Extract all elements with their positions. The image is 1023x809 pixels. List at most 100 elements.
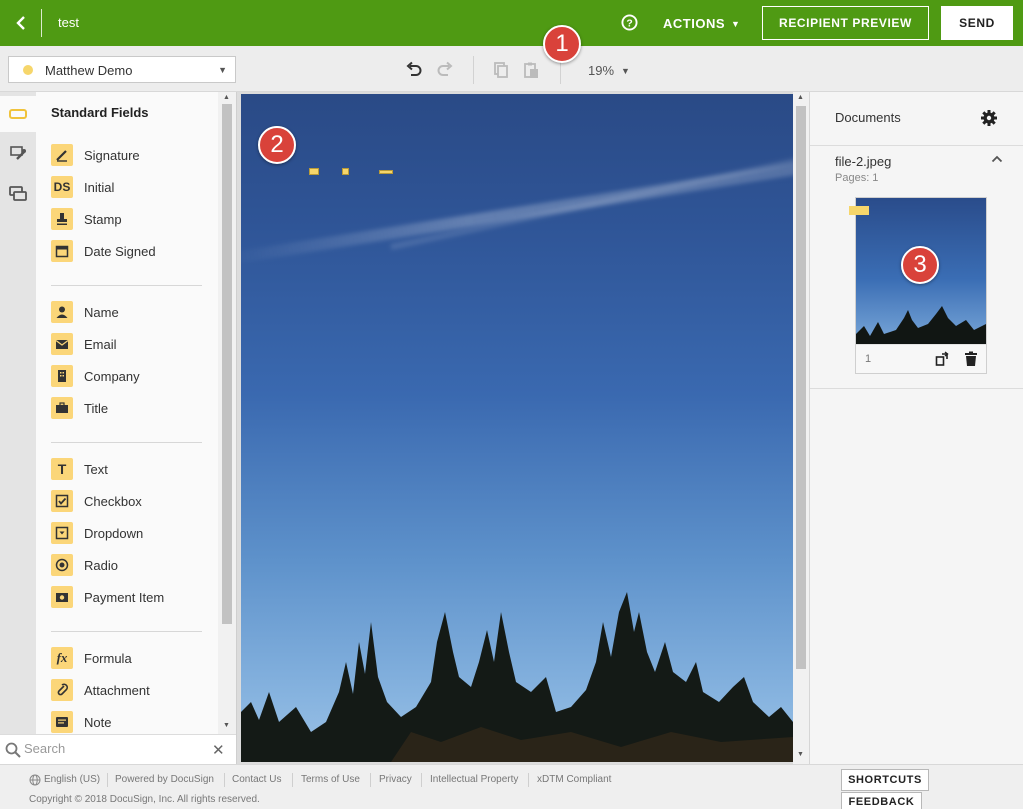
field-title[interactable]: Title bbox=[51, 396, 108, 420]
scrollbar-thumb[interactable] bbox=[222, 104, 232, 624]
footer-link-privacy[interactable]: Privacy bbox=[379, 774, 412, 785]
footer-link-powered-by[interactable]: Powered by DocuSign bbox=[115, 774, 214, 785]
zoom-value: 19% bbox=[588, 63, 615, 78]
field-label: Email bbox=[84, 336, 117, 352]
tree-silhouette bbox=[856, 306, 986, 344]
field-rectangle-icon bbox=[9, 109, 27, 119]
radio-icon bbox=[51, 554, 73, 576]
annotation-marker: 1 bbox=[543, 25, 581, 63]
language-link[interactable]: English (US) bbox=[44, 774, 100, 785]
placed-field-tag[interactable] bbox=[342, 168, 349, 175]
payment-icon bbox=[51, 586, 73, 608]
field-label: Dropdown bbox=[84, 525, 144, 541]
placed-field-tag[interactable] bbox=[309, 168, 319, 175]
annotation-marker: 2 bbox=[258, 126, 296, 164]
signature-icon bbox=[51, 144, 73, 166]
field-email[interactable]: Email bbox=[51, 332, 117, 356]
group-divider bbox=[51, 442, 202, 443]
field-label: Radio bbox=[84, 557, 118, 573]
field-label: Checkbox bbox=[84, 493, 142, 509]
field-label: Company bbox=[84, 368, 140, 384]
redo-icon[interactable] bbox=[436, 61, 454, 79]
building-icon bbox=[51, 365, 73, 387]
trash-icon[interactable] bbox=[963, 351, 979, 367]
placed-field-tag[interactable] bbox=[379, 170, 393, 174]
footer-link-terms[interactable]: Terms of Use bbox=[301, 774, 360, 785]
tree-silhouette bbox=[241, 592, 793, 762]
scroll-down-icon[interactable]: ▼ bbox=[797, 751, 804, 758]
field-flag-icon bbox=[849, 206, 869, 215]
recipient-select[interactable]: Matthew Demo ▼ bbox=[8, 56, 236, 83]
field-text[interactable]: T Text bbox=[51, 457, 108, 481]
fields-scrollbar[interactable]: ▲ ▼ bbox=[218, 92, 236, 734]
caret-down-icon: ▼ bbox=[621, 66, 630, 76]
initial-icon: DS bbox=[51, 176, 73, 198]
document-canvas: ▲ ▼ bbox=[236, 92, 809, 764]
field-initial[interactable]: DS Initial bbox=[51, 175, 114, 199]
canvas-scrollbar[interactable]: ▲ ▼ bbox=[793, 92, 809, 764]
footer-divider bbox=[528, 773, 529, 787]
field-company[interactable]: Company bbox=[51, 364, 140, 388]
field-label: Stamp bbox=[84, 211, 122, 227]
scroll-up-icon[interactable]: ▲ bbox=[797, 94, 804, 101]
field-name[interactable]: Name bbox=[51, 300, 119, 324]
undo-icon[interactable] bbox=[405, 61, 423, 79]
panel-divider bbox=[810, 388, 1023, 389]
field-dropdown[interactable]: Dropdown bbox=[51, 521, 143, 545]
recipient-preview-button[interactable]: RECIPIENT PREVIEW bbox=[762, 6, 929, 40]
paste-icon[interactable] bbox=[522, 61, 540, 79]
footer-link-xdtm[interactable]: xDTM Compliant bbox=[537, 774, 611, 785]
field-date-signed[interactable]: Date Signed bbox=[51, 239, 156, 263]
caret-down-icon: ▼ bbox=[218, 65, 227, 75]
wrench-icon bbox=[10, 146, 26, 160]
footer-divider bbox=[421, 773, 422, 787]
recipient-name: Matthew Demo bbox=[45, 63, 133, 78]
field-radio[interactable]: Radio bbox=[51, 553, 118, 577]
scroll-down-icon[interactable]: ▼ bbox=[223, 722, 230, 729]
back-button[interactable] bbox=[0, 0, 42, 46]
gear-icon[interactable] bbox=[980, 109, 998, 127]
footer-divider bbox=[292, 773, 293, 787]
group-divider bbox=[51, 285, 202, 286]
field-formula[interactable]: fx Formula bbox=[51, 646, 132, 670]
field-signature[interactable]: Signature bbox=[51, 143, 140, 167]
field-label: Name bbox=[84, 304, 119, 320]
help-icon[interactable]: ? bbox=[621, 14, 638, 31]
field-note[interactable]: Note bbox=[51, 710, 111, 734]
chevron-up-icon[interactable] bbox=[991, 154, 1003, 164]
copy-icon[interactable] bbox=[492, 61, 510, 79]
paperclip-icon bbox=[51, 679, 73, 701]
scrollbar-thumb[interactable] bbox=[796, 106, 806, 669]
shortcuts-button[interactable]: SHORTCUTS bbox=[841, 769, 929, 791]
rail-tools[interactable] bbox=[0, 136, 36, 172]
clear-icon[interactable]: ✕ bbox=[212, 741, 225, 759]
send-button[interactable]: SEND bbox=[941, 6, 1013, 40]
chevron-left-icon bbox=[16, 16, 25, 30]
rail-standard-fields[interactable] bbox=[0, 96, 36, 132]
zoom-select[interactable]: 19% ▼ bbox=[588, 63, 630, 78]
rail-custom-fields[interactable] bbox=[0, 176, 36, 212]
panel-title: Standard Fields bbox=[51, 105, 149, 120]
page-footer: English (US) Powered by DocuSign Contact… bbox=[0, 764, 1023, 809]
file-name: file-2.jpeg bbox=[835, 154, 892, 169]
field-stamp[interactable]: Stamp bbox=[51, 207, 122, 231]
actions-menu-button[interactable]: ACTIONS ▼ bbox=[663, 16, 740, 31]
rotate-page-icon[interactable] bbox=[935, 351, 951, 367]
footer-link-contact[interactable]: Contact Us bbox=[232, 774, 281, 785]
footer-divider bbox=[370, 773, 371, 787]
field-payment-item[interactable]: Payment Item bbox=[51, 585, 164, 609]
document-page[interactable] bbox=[241, 94, 793, 762]
footer-divider bbox=[107, 773, 108, 787]
field-checkbox[interactable]: Checkbox bbox=[51, 489, 142, 513]
field-label: Text bbox=[84, 461, 108, 477]
feedback-button[interactable]: FEEDBACK bbox=[841, 792, 922, 809]
page-thumbnail[interactable]: 1 bbox=[849, 197, 987, 374]
standard-fields-panel: Standard Fields Signature DS Initial Sta… bbox=[36, 92, 236, 734]
scroll-up-icon[interactable]: ▲ bbox=[223, 94, 230, 101]
field-label: Formula bbox=[84, 650, 132, 666]
sky-contrail bbox=[390, 156, 793, 250]
search-input[interactable] bbox=[24, 741, 204, 756]
field-attachment[interactable]: Attachment bbox=[51, 678, 150, 702]
person-icon bbox=[51, 301, 73, 323]
footer-link-ip[interactable]: Intellectual Property bbox=[430, 774, 518, 785]
